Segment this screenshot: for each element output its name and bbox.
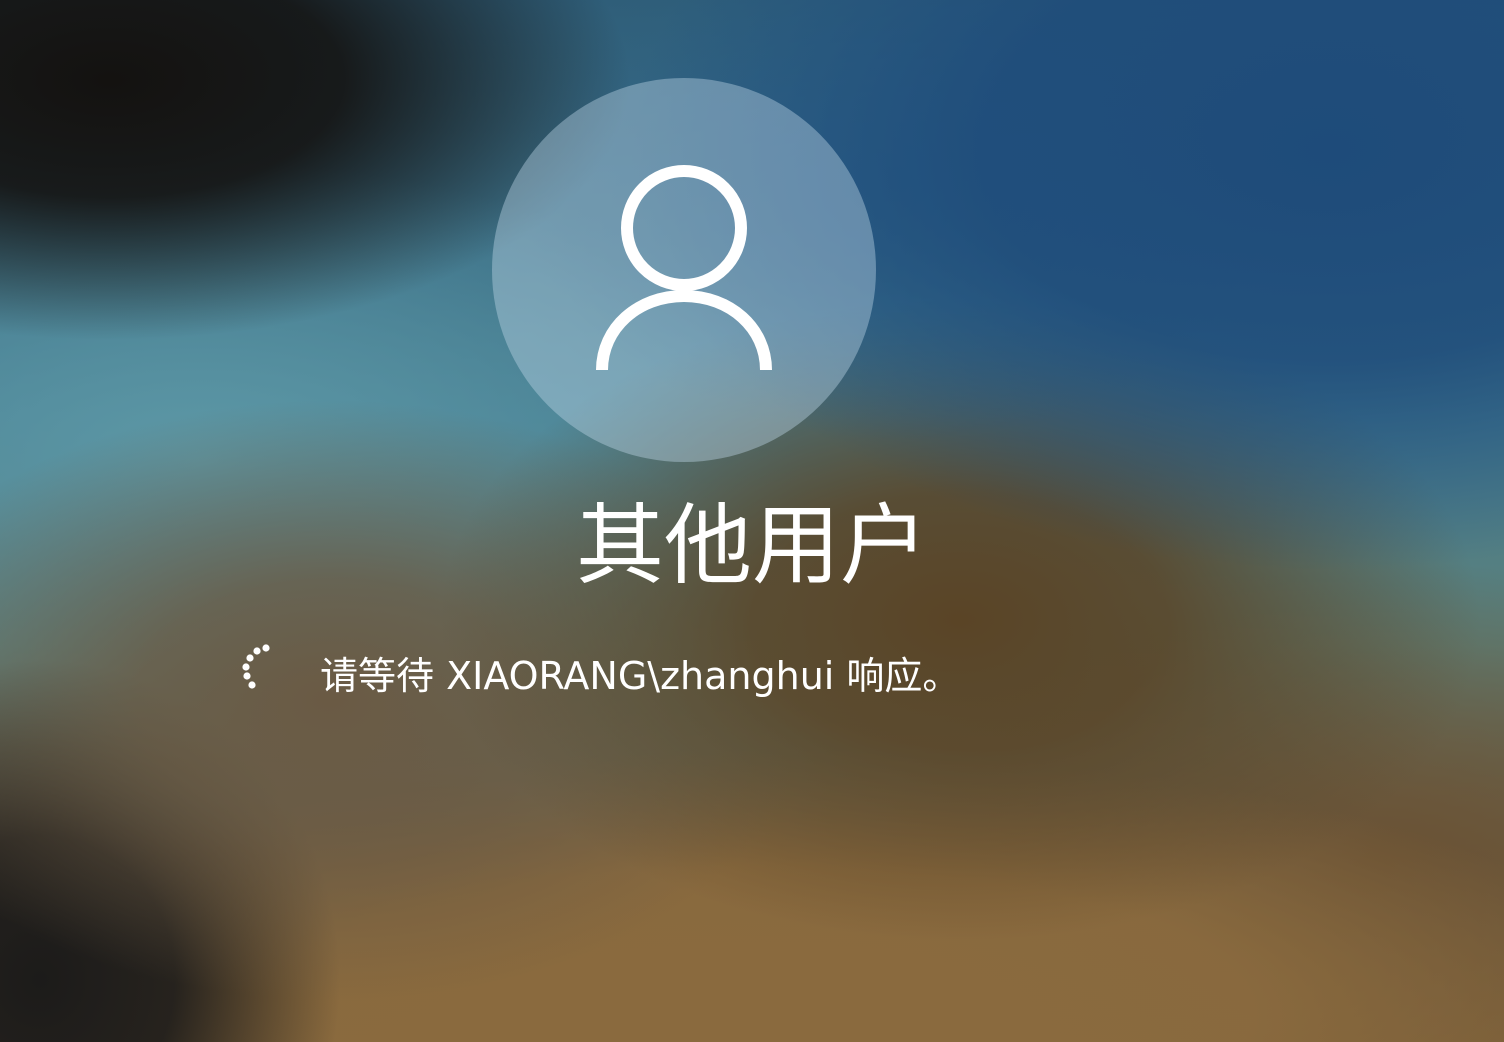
status-message: 请等待 XIAORANG\zhanghui 响应。: [320, 654, 961, 698]
user-silhouette-icon: [596, 165, 772, 371]
user-name: 其他用户: [575, 494, 928, 597]
loading-spinner-icon: [242, 644, 270, 689]
sign-in-status: 请等待 XIAORANG\zhanghui 响应。: [230, 638, 1230, 718]
user-avatar: [492, 78, 876, 462]
